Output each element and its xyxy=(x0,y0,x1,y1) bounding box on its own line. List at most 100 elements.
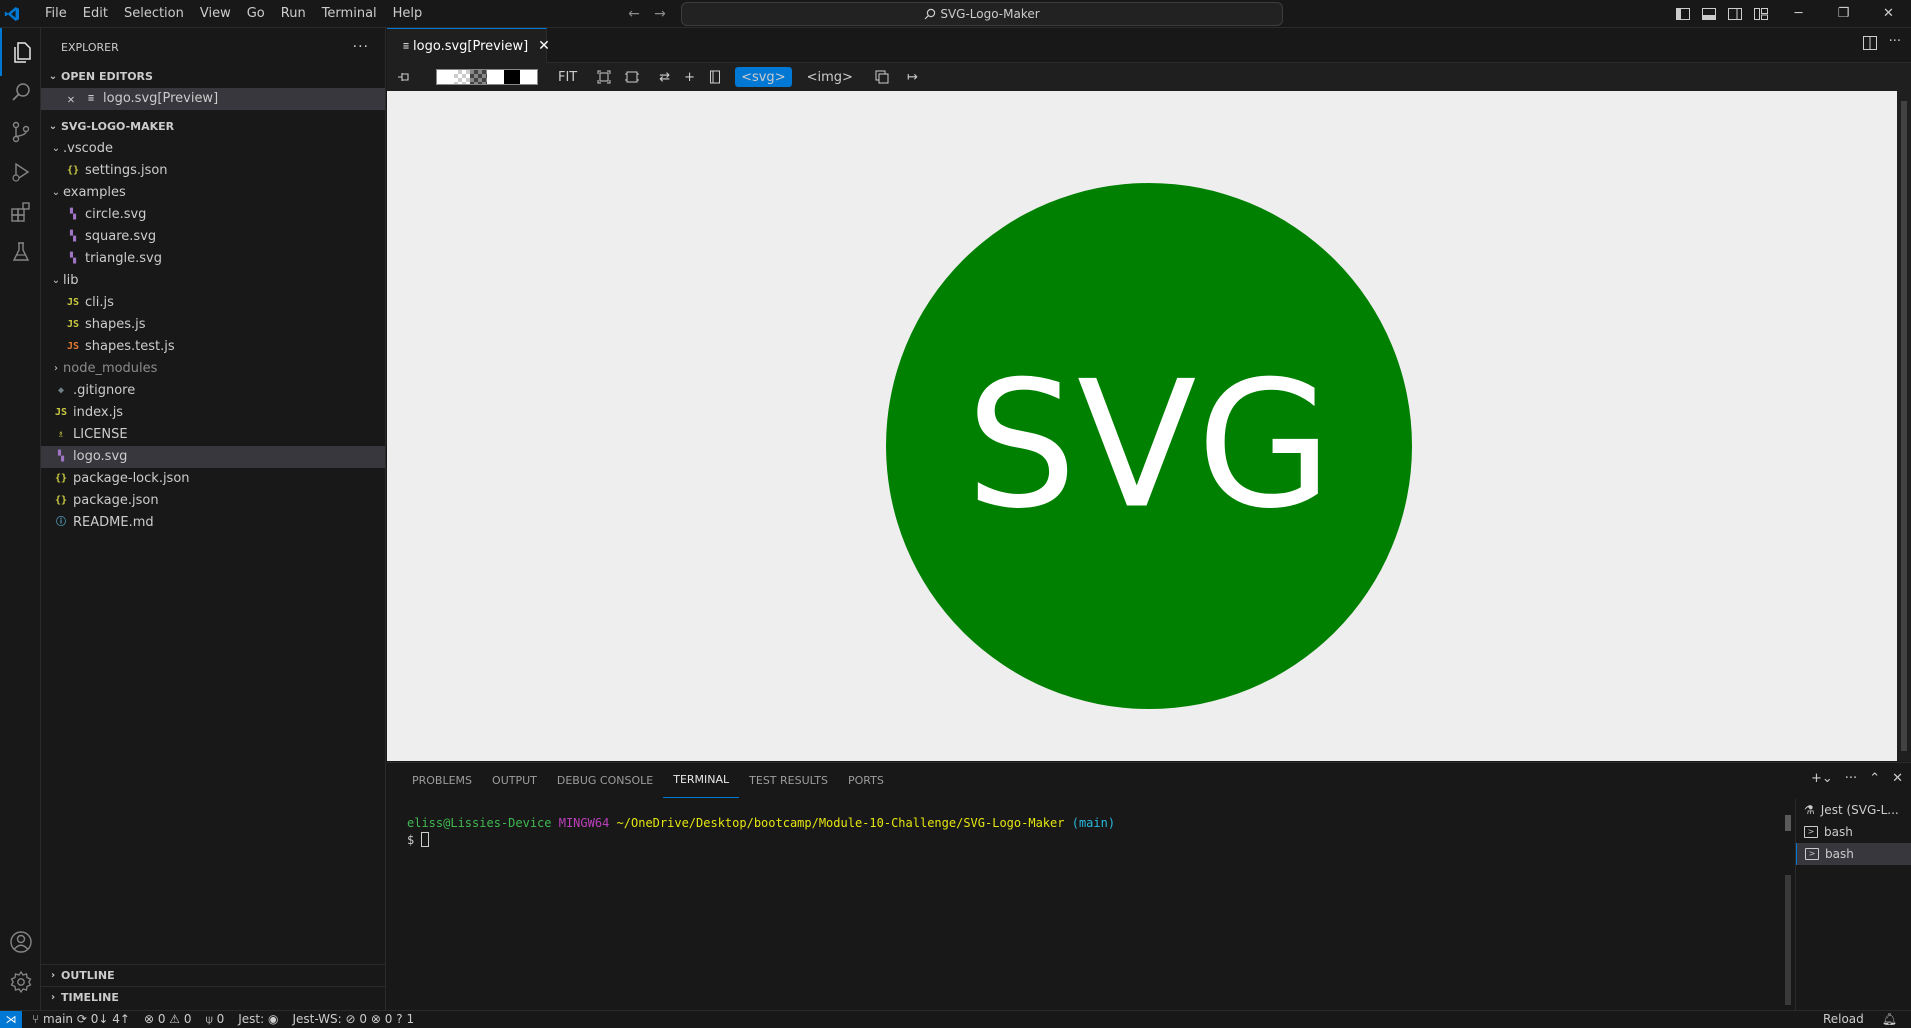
open-editors-header[interactable]: ⌄ OPEN EDITORS xyxy=(41,66,385,88)
more-actions-icon[interactable]: ··· xyxy=(1889,35,1901,50)
tree-file[interactable]: ◆ .gitignore xyxy=(41,380,385,402)
open-editor-item[interactable]: ✕ ≡ logo.svg[Preview] xyxy=(41,88,385,110)
remote-indicator-icon[interactable]: ⋊ xyxy=(0,1011,22,1028)
svg-mode-button[interactable]: <svg> xyxy=(735,67,792,87)
preview-scrollbar[interactable] xyxy=(1897,91,1911,761)
menu-edit[interactable]: Edit xyxy=(75,0,116,28)
tab-test-results[interactable]: TEST RESULTS xyxy=(739,763,838,798)
error-count: 0 xyxy=(157,1012,166,1026)
menu-run[interactable]: Run xyxy=(273,0,314,28)
new-terminal-icon[interactable]: +⌄ xyxy=(1811,771,1833,786)
tab-debug-console[interactable]: DEBUG CONSOLE xyxy=(547,763,663,798)
menu-terminal[interactable]: Terminal xyxy=(314,0,385,28)
more-actions-icon[interactable]: ··· xyxy=(1845,771,1857,786)
menu-go[interactable]: Go xyxy=(239,0,273,28)
tree-file[interactable]: ♗ LICENSE xyxy=(41,424,385,446)
tree-file[interactable]: {} package-lock.json xyxy=(41,468,385,490)
close-window-icon[interactable]: ✕ xyxy=(1866,0,1911,28)
export-arrow-icon[interactable]: ↦ xyxy=(907,67,918,87)
terminal-item-bash-active[interactable]: > bash xyxy=(1796,843,1911,865)
document-icon[interactable] xyxy=(709,67,721,87)
copy-icon[interactable] xyxy=(875,67,889,87)
tree-folder[interactable]: ⌄ .vscode xyxy=(41,138,385,160)
toggle-panel-icon[interactable] xyxy=(1698,4,1720,24)
arrow-right-icon[interactable]: → xyxy=(649,4,671,24)
notifications-bell-icon[interactable]: 🔔︎ xyxy=(1882,1011,1897,1028)
maximize-panel-icon[interactable]: ⌃ xyxy=(1869,771,1880,786)
zoom-fit-icon[interactable] xyxy=(597,67,611,87)
tree-item-label: logo.svg xyxy=(73,449,128,464)
add-icon[interactable]: + xyxy=(684,67,695,87)
menu-help[interactable]: Help xyxy=(385,0,431,28)
tree-item-label: README.md xyxy=(73,515,154,530)
terminal-item-label: bash xyxy=(1824,825,1853,839)
close-panel-icon[interactable]: ✕ xyxy=(1892,771,1903,786)
sidebar-title: EXPLORER xyxy=(61,40,119,54)
status-ports[interactable]: ⍦ 0 xyxy=(206,1011,225,1028)
tree-file[interactable]: JS shapes.js xyxy=(41,314,385,336)
svg-file-icon: ▚ xyxy=(69,231,77,242)
activity-bar xyxy=(0,28,41,1010)
terminal-scrollbar[interactable] xyxy=(1784,815,1792,1005)
tab-problems[interactable]: PROBLEMS xyxy=(402,763,482,798)
minimize-icon[interactable]: ─ xyxy=(1776,0,1821,28)
menu-selection[interactable]: Selection xyxy=(116,0,192,28)
svg-file-icon: ▚ xyxy=(69,253,77,264)
terminal-item-jest[interactable]: ⚗ Jest (SVG-L... xyxy=(1796,799,1911,821)
tree-file[interactable]: {} settings.json xyxy=(41,160,385,182)
outline-header[interactable]: › OUTLINE xyxy=(41,964,386,986)
tab-ports[interactable]: PORTS xyxy=(838,763,894,798)
tree-file[interactable]: ▚ triangle.svg xyxy=(41,248,385,270)
command-center-label: SVG-Logo-Maker xyxy=(940,7,1040,21)
timeline-header[interactable]: › TIMELINE xyxy=(41,986,386,1008)
eye-icon: ◉ xyxy=(267,1012,279,1026)
arrow-left-icon[interactable]: ← xyxy=(623,4,645,24)
command-center[interactable]: SVG-Logo-Maker xyxy=(681,2,1283,26)
more-actions-icon[interactable]: ··· xyxy=(353,39,385,55)
tree-folder[interactable]: ⌄ examples xyxy=(41,182,385,204)
settings-gear-icon[interactable] xyxy=(0,958,41,1006)
zoom-actual-icon[interactable] xyxy=(625,67,640,87)
tab-logo-svg-preview[interactable]: ≡ logo.svg[Preview] ✕ xyxy=(387,28,550,63)
lic-file-icon: ♗ xyxy=(57,429,65,440)
fit-button[interactable]: FIT xyxy=(558,67,577,87)
tab-terminal[interactable]: TERMINAL xyxy=(663,763,740,798)
menu-view[interactable]: View xyxy=(192,0,239,28)
close-icon[interactable]: ✕ xyxy=(538,38,550,54)
status-problems[interactable]: ⊗ 0 ⚠ 0 xyxy=(144,1011,192,1028)
toggle-primary-sidebar-icon[interactable] xyxy=(1672,4,1694,24)
status-branch[interactable]: ⑂ main ⟳ 0↓ 4↑ xyxy=(32,1011,130,1028)
tree-folder[interactable]: ⌄ lib xyxy=(41,270,385,292)
jest-ws-unknown: 1 xyxy=(406,1012,415,1026)
terminal-item-bash[interactable]: > bash xyxy=(1796,821,1911,843)
terminal-output[interactable]: eliss@Lissies-Device MINGW64 ~/OneDrive/… xyxy=(407,815,1115,849)
tree-file[interactable]: ▚ circle.svg xyxy=(41,204,385,226)
swap-arrows-icon[interactable]: ⇄ xyxy=(659,67,670,87)
tree-file[interactable]: ▚ square.svg xyxy=(41,226,385,248)
tree-file[interactable]: ▚ logo.svg xyxy=(41,446,385,468)
tab-output[interactable]: OUTPUT xyxy=(482,763,547,798)
testing-icon[interactable] xyxy=(0,228,41,276)
menu-file[interactable]: File xyxy=(37,0,75,28)
toggle-secondary-sidebar-icon[interactable] xyxy=(1724,4,1746,24)
terminal-path: ~/OneDrive/Desktop/bootcamp/Module-10-Ch… xyxy=(616,816,1065,830)
split-editor-icon[interactable] xyxy=(1862,36,1877,50)
tree-item-label: cli.js xyxy=(85,295,114,310)
tree-file[interactable]: JS cli.js xyxy=(41,292,385,314)
restore-icon[interactable]: ❐ xyxy=(1821,0,1866,28)
img-mode-button[interactable]: <img> xyxy=(801,67,859,87)
background-swatches[interactable] xyxy=(436,69,538,85)
tree-file[interactable]: JS shapes.test.js xyxy=(41,336,385,358)
customize-layout-icon[interactable] xyxy=(1750,4,1772,24)
reload-button[interactable]: Reload xyxy=(1823,1011,1864,1028)
project-header[interactable]: ⌄ SVG-LOGO-MAKER xyxy=(41,116,385,138)
status-jest-ws[interactable]: Jest-WS: ⊘ 0 ⊗ 0 ? 1 xyxy=(292,1011,414,1028)
pin-icon[interactable] xyxy=(397,67,411,87)
terminal-cursor xyxy=(421,832,430,847)
tree-file[interactable]: JS index.js xyxy=(41,402,385,424)
close-icon[interactable]: ✕ xyxy=(63,88,79,110)
status-jest[interactable]: Jest: ◉ xyxy=(238,1011,278,1028)
tree-folder[interactable]: › node_modules xyxy=(41,358,385,380)
tree-file[interactable]: ⓘ README.md xyxy=(41,512,385,534)
tree-file[interactable]: {} package.json xyxy=(41,490,385,512)
